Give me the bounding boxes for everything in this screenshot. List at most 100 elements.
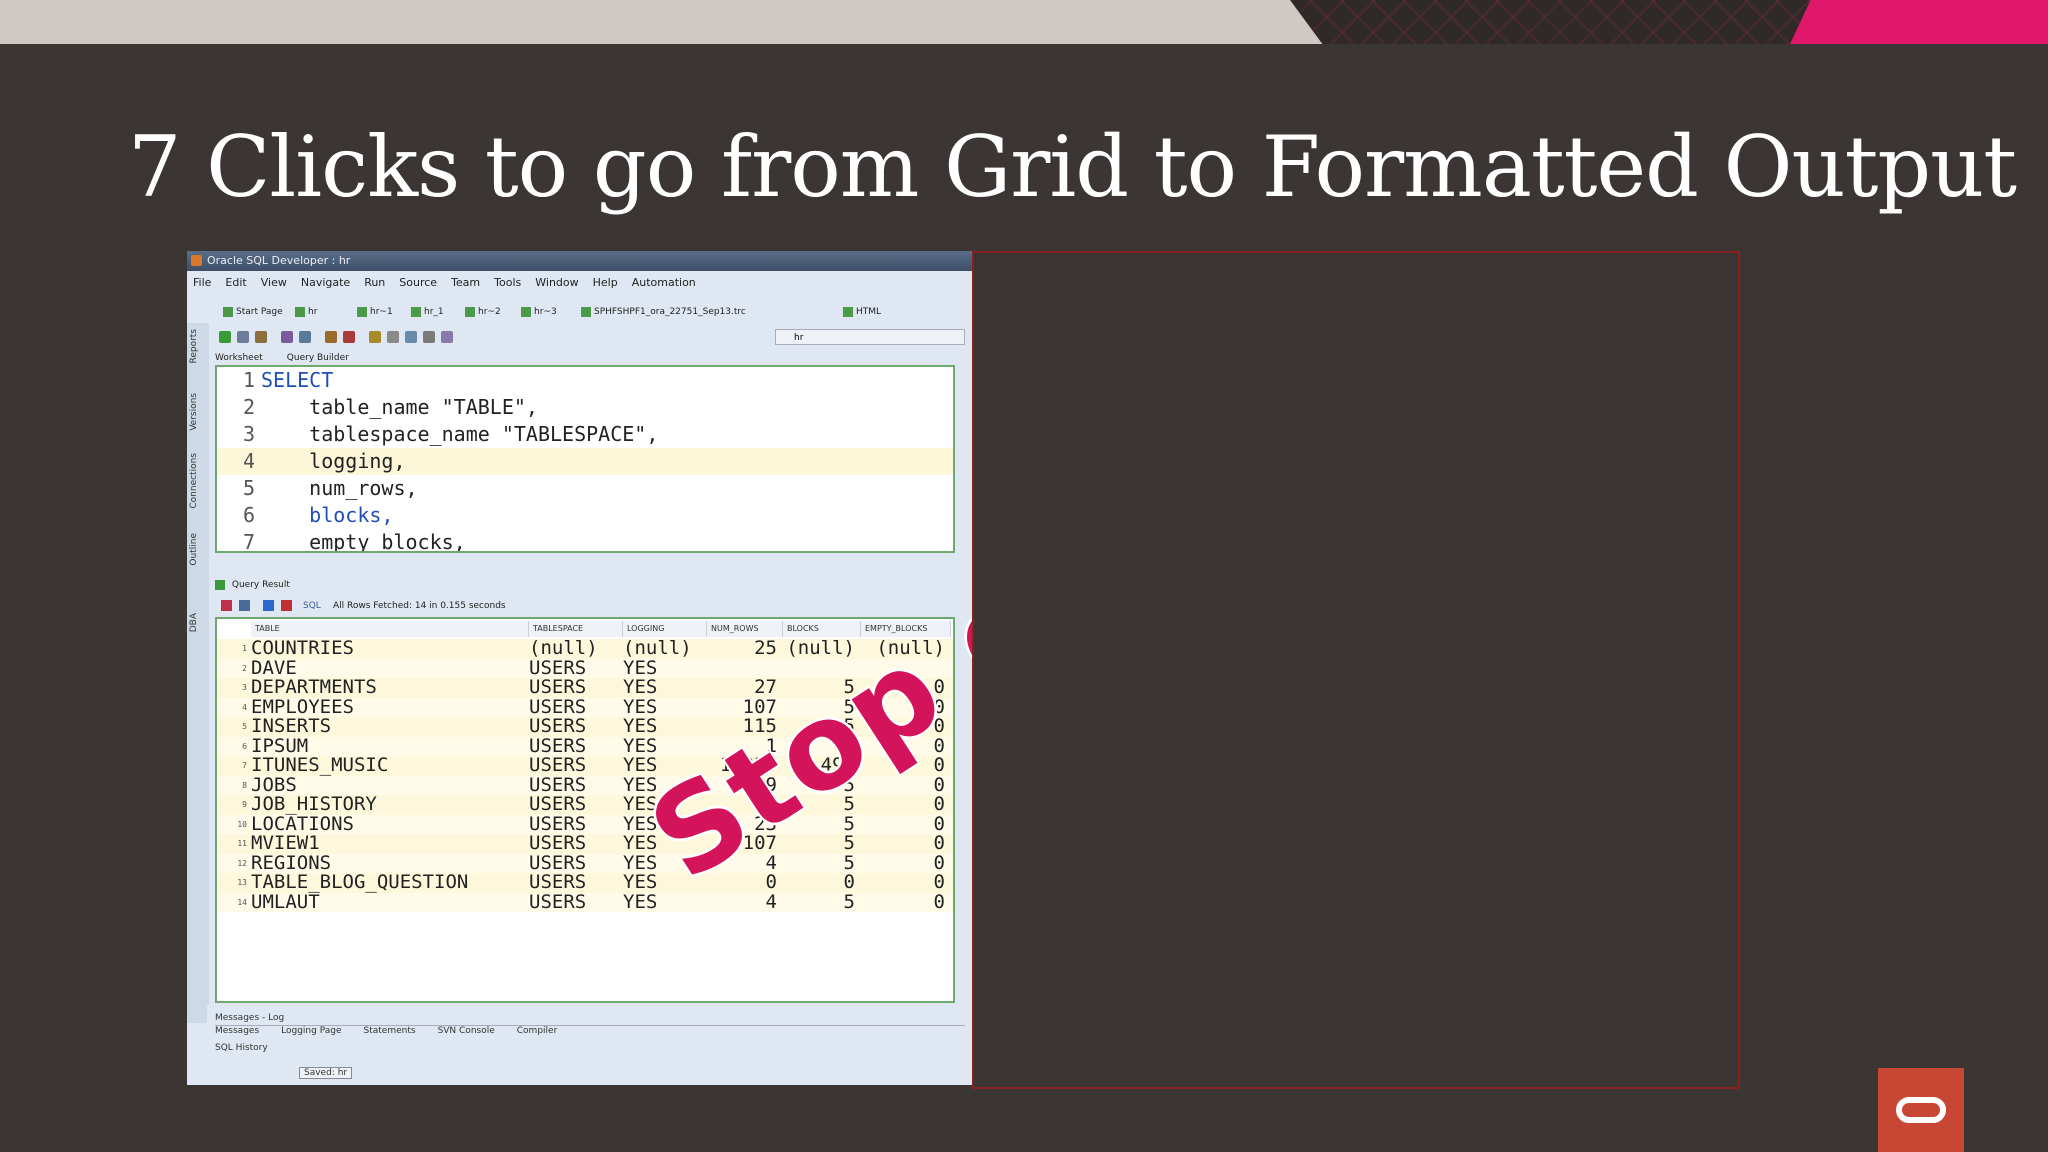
- cancel-query-icon[interactable]: [281, 600, 292, 611]
- grid-cell: 25: [754, 637, 777, 659]
- line-number: 1: [242, 368, 255, 392]
- line-number: 2: [242, 395, 255, 419]
- doc-tab-1[interactable]: hr: [295, 303, 317, 321]
- menu-item-help[interactable]: Help: [593, 276, 618, 289]
- worksheet-tab-icon: [843, 306, 853, 317]
- explain-plan-icon[interactable]: [299, 331, 311, 343]
- menu-item-run[interactable]: Run: [364, 276, 385, 289]
- bottom-tab-1[interactable]: Logging Page: [281, 1026, 341, 1036]
- code-line: 1 SELECT: [217, 367, 953, 394]
- column-header-blocks[interactable]: BLOCKS: [783, 621, 861, 637]
- messages-tabs: Messages Logging Page Statements SVN Consol…: [215, 1025, 965, 1038]
- unshared-worksheet-icon[interactable]: [423, 331, 435, 343]
- grid-cell: MVIEW1: [251, 832, 320, 854]
- bottom-tab-4[interactable]: Compiler: [517, 1026, 558, 1036]
- menu-item-file[interactable]: File: [193, 276, 211, 289]
- format-icon[interactable]: [387, 331, 399, 343]
- menu-item-view[interactable]: View: [261, 276, 287, 289]
- bottom-tab-0[interactable]: Messages: [215, 1026, 259, 1036]
- menu-item-tools[interactable]: Tools: [494, 276, 521, 289]
- empty-content-panel: [972, 251, 1740, 1089]
- row-number: 4: [242, 702, 247, 712]
- menu-item-team[interactable]: Team: [451, 276, 480, 289]
- grid-cell: YES: [623, 676, 658, 698]
- grid-cell: 0: [933, 793, 945, 815]
- print-icon[interactable]: [239, 600, 250, 611]
- worksheet-subtab-0[interactable]: Worksheet: [215, 353, 263, 363]
- doc-tab-2[interactable]: hr~1: [357, 303, 393, 321]
- worksheet-tab-icon: [521, 306, 531, 317]
- sidebar-tab-dba[interactable]: DBA: [189, 613, 199, 632]
- left-dock-sidebar: Reports Versions Connections Outline DBA: [187, 323, 209, 1023]
- worksheet-tab-icon: [581, 306, 591, 317]
- column-header-logging[interactable]: LOGGING: [623, 621, 707, 637]
- app-title-bar: Oracle SQL Developer : hr: [187, 251, 972, 271]
- query-result-icon: [215, 579, 225, 590]
- code-line: 3 tablespace_name "TABLESPACE",: [217, 421, 953, 448]
- column-header-num_rows[interactable]: NUM_ROWS: [707, 621, 783, 637]
- doc-tab-6[interactable]: SPHFSHPF1_ora_22751_Sep13.trc: [581, 303, 746, 321]
- code-line: 2 table_name "TABLE",: [217, 394, 953, 421]
- sql-tuning-icon[interactable]: [369, 331, 381, 343]
- rollback-icon[interactable]: [281, 331, 293, 343]
- autotrace-icon[interactable]: [325, 331, 337, 343]
- menu-item-navigate[interactable]: Navigate: [301, 276, 350, 289]
- bottom-tab-3[interactable]: SVN Console: [438, 1026, 495, 1036]
- run-script-icon[interactable]: [237, 331, 249, 343]
- doc-tab-0[interactable]: Start Page: [223, 303, 283, 321]
- refresh-icon[interactable]: [263, 600, 274, 611]
- worksheet-subtab-1[interactable]: Query Builder: [287, 353, 349, 363]
- results-toolbar: SQL All Rows Fetched: 14 in 0.155 second…: [215, 595, 955, 617]
- sidebar-tab-outline[interactable]: Outline: [189, 533, 199, 566]
- doc-tab-3[interactable]: hr_1: [411, 303, 444, 321]
- grid-cell: 0: [933, 871, 945, 893]
- doc-tab-5[interactable]: hr~3: [521, 303, 557, 321]
- bottom-panel: Messages - Log Messages Logging Page State…: [207, 1005, 972, 1085]
- grid-cell: YES: [623, 890, 658, 913]
- query-result-tab[interactable]: Query Result: [232, 580, 290, 590]
- menu-item-source[interactable]: Source: [399, 276, 437, 289]
- doc-tab-label: hr_1: [424, 307, 444, 317]
- slide-title: 7 Clicks to go from Grid to Formatted Ou…: [128, 118, 2017, 216]
- sidebar-tab-versions[interactable]: Versions: [189, 393, 199, 431]
- table-row[interactable]: 14 UMLAUT USERS YES 4 5 0: [217, 890, 953, 913]
- menu-item-automation[interactable]: Automation: [632, 276, 696, 289]
- row-number: 7: [242, 761, 247, 770]
- sql-history-tab[interactable]: SQL History: [215, 1043, 268, 1053]
- commit-icon[interactable]: [255, 331, 267, 343]
- grid-cell: TABLE_BLOG_QUESTION: [251, 871, 469, 893]
- connection-select[interactable]: hr: [775, 329, 965, 345]
- sidebar-tab-reports[interactable]: Reports: [189, 329, 199, 364]
- table-row[interactable]: 13 TABLE_BLOG_QUESTION USERS YES 0 0 0: [217, 871, 953, 893]
- grid-cell: DEPARTMENTS: [251, 676, 377, 698]
- column-header-tablespace[interactable]: TABLESPACE: [529, 621, 623, 637]
- line-number: 5: [242, 476, 255, 500]
- worksheet-tab-icon: [295, 306, 305, 317]
- sql-link[interactable]: SQL: [303, 595, 321, 617]
- doc-tab-label: hr~2: [478, 307, 501, 317]
- row-number: 14: [237, 897, 247, 907]
- bottom-tab-2[interactable]: Statements: [364, 1026, 416, 1036]
- code-text: table_name "TABLE",: [261, 395, 538, 419]
- pin-icon[interactable]: [221, 600, 232, 611]
- row-number: 3: [242, 683, 247, 692]
- to-upper-icon[interactable]: [441, 331, 453, 343]
- rows-fetched-status: All Rows Fetched: 14 in 0.155 seconds: [333, 601, 506, 611]
- column-header-table[interactable]: TABLE: [251, 621, 529, 637]
- sql-editor[interactable]: 1 SELECT 2 table_name "TABLE", 3 tablespace…: [215, 365, 955, 553]
- grid-cell: 0: [933, 851, 945, 874]
- menu-item-edit[interactable]: Edit: [225, 276, 246, 289]
- grid-cell: USERS: [529, 676, 587, 698]
- grid-cell: 0: [933, 812, 945, 835]
- doc-tab-7[interactable]: HTML: [843, 303, 881, 321]
- menu-item-window[interactable]: Window: [535, 276, 578, 289]
- grid-cell: INSERTS: [251, 715, 332, 737]
- worksheet-tab-icon: [465, 306, 475, 317]
- grid-cell: 0: [933, 832, 945, 854]
- clear-icon[interactable]: [343, 331, 355, 343]
- doc-tab-4[interactable]: hr~2: [465, 303, 501, 321]
- table-row[interactable]: 11 MVIEW1 USERS YES 107 5 0: [217, 832, 953, 854]
- history-icon[interactable]: [405, 331, 417, 343]
- sidebar-tab-connections[interactable]: Connections: [189, 453, 199, 509]
- run-statement-icon[interactable]: [219, 331, 231, 343]
